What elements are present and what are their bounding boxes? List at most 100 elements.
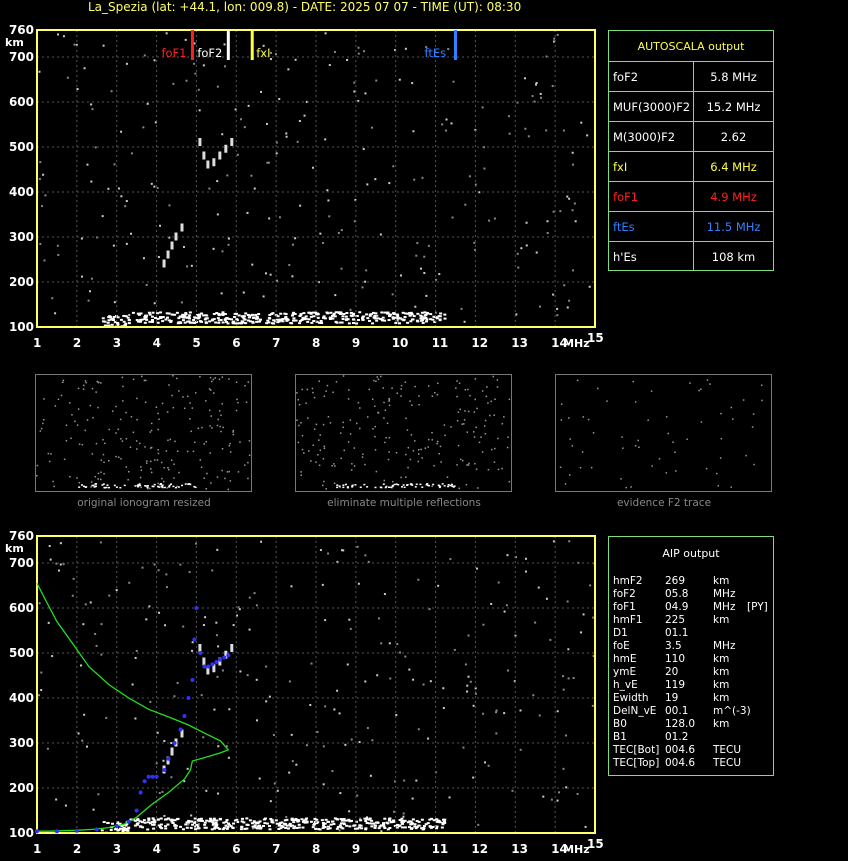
x-tick-label: 10 (392, 336, 409, 350)
x-tick-label: 13 (511, 336, 528, 350)
aip-cell: B1 (613, 731, 627, 743)
thumb-original (35, 374, 252, 492)
thumb-multiple (295, 374, 512, 492)
y-tick-label: 760 (9, 23, 34, 37)
autoscala-value: 4.9 MHz (693, 181, 773, 212)
aip-cell: Ewidth (613, 692, 649, 704)
aip-cell: km (713, 575, 730, 587)
trace-point (74, 828, 79, 833)
aip-cell: 01.1 (665, 627, 689, 639)
x-tick-label: 2 (73, 842, 81, 856)
trace-point (142, 779, 147, 784)
x-tick-label: 4 (153, 336, 161, 350)
aip-cell: m^(-3) (713, 705, 751, 717)
y-tick-label: 500 (9, 140, 34, 154)
x-tick-label: 9 (352, 336, 360, 350)
aip-cell: TEC[Bot] (613, 744, 660, 756)
trace-point (138, 790, 143, 795)
autoscala-row: h'Es 108 km (609, 241, 773, 271)
x-tick-label: 12 (471, 336, 488, 350)
trace-point (210, 662, 215, 667)
x-tick-label: 5 (192, 842, 200, 856)
aip-cell: 269 (665, 575, 686, 587)
autoscala-table: foF2 5.8 MHz MUF(3000)F2 15.2 MHz M(3000)F2 2… (609, 61, 773, 271)
y-tick-label: 700 (9, 50, 34, 64)
marker-fof2 (226, 30, 230, 60)
aip-cell: km (713, 653, 730, 665)
autoscala-label: MUF(3000)F2 (609, 91, 694, 122)
autoscala-label: foF2 (609, 61, 694, 92)
x-axis-label: MHz (563, 337, 590, 350)
aip-cell: 00.1 (665, 705, 689, 717)
aip-cell: h_vE (613, 679, 638, 691)
trace-point (134, 808, 139, 813)
trace-point (150, 774, 155, 779)
trace-point (114, 824, 119, 829)
x-tick-label: 8 (312, 842, 320, 856)
trace-point (186, 696, 191, 700)
aip-cell: 225 (665, 614, 686, 626)
thumb-caption-2: eliminate multiple reflections (327, 497, 481, 509)
aip-cell: 05.8 (665, 588, 689, 600)
aip-cell: D1 (613, 627, 628, 639)
trace-point (178, 727, 183, 732)
autoscala-row: MUF(3000)F2 15.2 MHz (609, 91, 773, 122)
aip-cell: km (713, 679, 730, 691)
aip-cell: hmE (613, 653, 637, 665)
aip-cell: km (713, 666, 730, 678)
x-tick-label: 10 (392, 842, 409, 856)
ionogram-noise (38, 32, 591, 329)
autoscala-value: 6.4 MHz (693, 151, 773, 182)
x-tick-label: 1 (33, 336, 41, 350)
aip-cell: 3.5 (665, 640, 682, 652)
trace-point (222, 655, 227, 660)
trace-point (190, 678, 195, 682)
marker-label-fxi: fxI (256, 46, 270, 60)
trace-point (94, 827, 99, 832)
trace-point (226, 653, 231, 658)
y-tick-label: 400 (9, 185, 34, 199)
x-tick-label: 5 (192, 336, 200, 350)
aip-cell: TEC[Top] (613, 757, 660, 769)
y-tick-label: 300 (9, 230, 34, 244)
trace-point (154, 774, 159, 779)
autoscala-panel: AUTOSCALA output foF2 5.8 MHz MUF(3000)F2 1… (608, 30, 774, 271)
y-tick-label: 760 (9, 529, 34, 543)
autoscala-row: M(3000)F2 2.62 (609, 121, 773, 152)
aip-cell: km (713, 692, 730, 704)
marker-ftes (454, 30, 457, 60)
aip-cell: B0 (613, 718, 627, 730)
aip-cell: MHz (713, 601, 736, 613)
autoscala-value: 15.2 MHz (693, 91, 773, 122)
autoscala-title: AUTOSCALA output (637, 40, 745, 53)
thumb-f2 (555, 374, 772, 492)
y-tick-label: 500 (9, 646, 34, 660)
autoscala-row: foF2 5.8 MHz (609, 61, 773, 92)
autoscala-row: foF1 4.9 MHz (609, 181, 773, 212)
aip-cell: foF2 (613, 588, 636, 600)
y-tick-label: 200 (9, 781, 34, 795)
x-tick-label: 11 (432, 336, 449, 350)
trace-point (54, 829, 59, 834)
autoscala-value: 5.8 MHz (693, 61, 773, 92)
autoscala-value: 11.5 MHz (693, 211, 773, 242)
aip-cell: km (713, 718, 730, 730)
aip-cell: 19 (665, 692, 679, 704)
x-tick-label: 13 (511, 842, 528, 856)
aip-cell: MHz (713, 588, 736, 600)
marker-label-ftes: ftEs (425, 46, 447, 60)
aip-cell: 20 (665, 666, 679, 678)
autoscala-label: ftEs (609, 211, 694, 242)
y-tick-label: 200 (9, 275, 34, 289)
aip-cell: hmF1 (613, 614, 643, 626)
aip-cell: foE (613, 640, 630, 652)
aip-cell: 04.9 (665, 601, 689, 613)
x-tick-label: 11 (432, 842, 449, 856)
aip-cell: 004.6 (665, 744, 696, 756)
x-tick-label: 4 (153, 842, 161, 856)
autoscala-value: 2.62 (693, 121, 773, 152)
autoscala-label: fxI (609, 151, 694, 182)
x-tick-label: 7 (272, 336, 280, 350)
aip-cell: ymE (613, 666, 637, 678)
y-tick-label: 600 (9, 95, 34, 109)
